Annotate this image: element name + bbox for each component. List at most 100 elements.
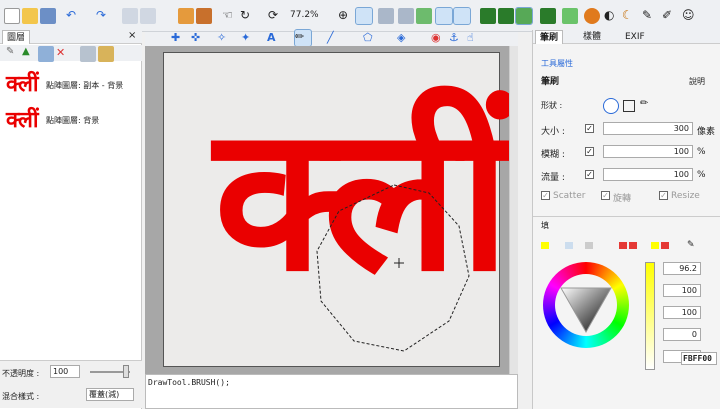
brush-icon[interactable]: ✏ [294, 29, 312, 47]
contrast-icon[interactable]: ◐ [604, 8, 620, 24]
resize-label: Resize [671, 191, 700, 201]
blend-label: 混合樣式 : [2, 392, 40, 401]
resize-checkbox[interactable]: ✓ [659, 191, 668, 200]
undo-icon[interactable]: ↶ [66, 8, 82, 24]
close-icon[interactable]: × [128, 30, 136, 41]
shape-square-icon[interactable] [623, 100, 635, 112]
flow-label: 流量 : [541, 173, 565, 183]
script-log[interactable]: DrawTool.BRUSH(); [145, 374, 518, 409]
new-file-icon[interactable] [4, 8, 20, 24]
layer-row-background[interactable]: क्लीं 點陣圖層: 背景 [0, 106, 142, 136]
swatch-red-1[interactable] [619, 242, 627, 249]
save-icon[interactable] [40, 8, 56, 24]
main-toolbar: ↶ ↷ ☜ ↻ ⟳ 77.2% ⊕ ◐ ☾ ✎ ✐ ☺ [0, 0, 720, 32]
opacity-slider-handle[interactable] [123, 365, 129, 378]
open-folder-icon[interactable] [22, 8, 38, 24]
paste-icon[interactable] [140, 8, 156, 24]
zoom-level[interactable]: 77.2% [290, 10, 319, 20]
copy-layer-icon[interactable] [38, 46, 54, 62]
swatch-red-3[interactable] [661, 242, 669, 249]
layer-icon[interactable] [196, 8, 212, 24]
alpha-slider[interactable] [645, 262, 655, 370]
view-icon-1[interactable] [378, 8, 394, 24]
layer-label: 點陣圖層: 背景 [46, 116, 100, 125]
blur-label: 模糊 : [541, 150, 565, 160]
rotate-label: 旋轉 [613, 194, 632, 204]
blur-input[interactable]: 100 [603, 145, 693, 158]
delete-layer-icon[interactable]: ✕ [56, 46, 72, 62]
drawing-toolbar: ✚ ✜ ✧ ✦ A ✏ ╱ ⬠ ◈ ◉ ⚓ ☝ [145, 29, 518, 47]
paint-icon[interactable]: ✎ [6, 46, 22, 62]
properties-panel: 筆刷 樣體 EXIF 工具屬性 筆刷 說明 形狀 : ✏ 大小 : ✓ 300 … [532, 30, 720, 409]
shape-pen-icon[interactable]: ✏ [640, 98, 648, 109]
moon-icon[interactable]: ☾ [622, 8, 638, 24]
section-title: 工具屬性 [541, 59, 573, 68]
layer-thumbnail: क्लीं [6, 108, 39, 133]
image-icon[interactable] [178, 8, 194, 24]
tab-style[interactable]: 樣體 [579, 30, 605, 44]
view-icon-2[interactable] [398, 8, 414, 24]
edit-icon[interactable]: ✐ [662, 8, 678, 24]
layer-thumbnail: क्लीं [6, 72, 39, 97]
rotate-checkbox[interactable]: ✓ [601, 191, 610, 200]
tab-layers[interactable]: 圖層 [2, 30, 31, 44]
size-input[interactable]: 300 [603, 122, 693, 135]
hand-icon[interactable]: ☜ [222, 8, 238, 24]
layer-row-copy[interactable]: क्लीं 點陣圖層: 副本 - 背景 [0, 70, 142, 100]
swatch-gray[interactable] [585, 242, 593, 249]
grid-icon-4[interactable] [540, 8, 556, 24]
blend-select[interactable]: 覆蓋(減) [86, 388, 134, 401]
swatch-red-2[interactable] [629, 242, 637, 249]
select-icon[interactable]: ✚ [171, 31, 187, 47]
grid-icon-3[interactable] [515, 7, 533, 25]
merge-icon[interactable] [80, 46, 96, 62]
extra-input[interactable]: 0 [663, 328, 701, 341]
flow-checkbox[interactable]: ✓ [585, 170, 594, 179]
redo-icon[interactable]: ↷ [96, 8, 112, 24]
shape-label: 形狀 : [541, 101, 563, 110]
grid-icon-5[interactable] [562, 8, 578, 24]
scatter-checkbox[interactable]: ✓ [541, 191, 550, 200]
color-title: 填 [541, 221, 549, 230]
blur-checkbox[interactable]: ✓ [585, 147, 594, 156]
value-input[interactable]: 100 [663, 306, 701, 319]
canvas-scrollbar[interactable] [509, 46, 518, 374]
view-icon-3[interactable] [416, 8, 432, 24]
fg-swatch[interactable] [541, 242, 549, 249]
help-link[interactable]: 說明 [689, 76, 705, 87]
filter-icon[interactable] [584, 8, 600, 24]
zoom-icon[interactable]: ⟳ [268, 8, 284, 24]
swatch-yellow-1[interactable] [651, 242, 659, 249]
grid-icon-1[interactable] [480, 8, 496, 24]
shape-circle-icon[interactable] [603, 98, 619, 114]
layer-label: 點陣圖層: 副本 - 背景 [46, 81, 124, 90]
tab-brush[interactable]: 筆刷 [535, 30, 564, 44]
view-icon-4[interactable] [435, 7, 453, 25]
hue-input[interactable]: 96.2 [663, 262, 701, 275]
tab-exif[interactable]: EXIF [621, 30, 649, 44]
layers-panel: 圖層 × ✎ ▲ ✕ क्लीं 點陣圖層: 副本 - 背景 क्लीं 點陣圖… [0, 30, 142, 409]
blur-unit: % [697, 147, 706, 157]
opacity-input[interactable]: 100 [50, 365, 80, 378]
flow-input[interactable]: 100 [603, 168, 693, 181]
saturation-input[interactable]: 100 [663, 284, 701, 297]
eyedropper-icon[interactable]: ✎ [687, 240, 695, 250]
pen-icon[interactable]: ✎ [642, 8, 658, 24]
grid-icon-2[interactable] [498, 8, 514, 24]
hex-input[interactable]: FBFF00 [681, 352, 717, 365]
swatch-icon[interactable] [565, 242, 573, 249]
scatter-label: Scatter [553, 191, 586, 201]
view-icon-5[interactable] [453, 7, 471, 25]
hue-ring[interactable] [543, 262, 629, 348]
copy-icon[interactable] [122, 8, 138, 24]
size-checkbox[interactable]: ✓ [585, 124, 594, 133]
layer-props-icon[interactable] [98, 46, 114, 62]
fit-screen-icon[interactable] [355, 7, 373, 25]
rotate-icon[interactable]: ↻ [240, 8, 256, 24]
transform-icon[interactable]: ✜ [191, 31, 207, 47]
move-up-icon[interactable]: ▲ [22, 46, 38, 62]
zoom-fit-icon[interactable]: ⊕ [338, 8, 354, 24]
user-icon[interactable]: ☺ [682, 8, 698, 24]
image-canvas[interactable]: क्लीं [163, 52, 510, 367]
opacity-label: 不透明度 : [2, 369, 40, 378]
